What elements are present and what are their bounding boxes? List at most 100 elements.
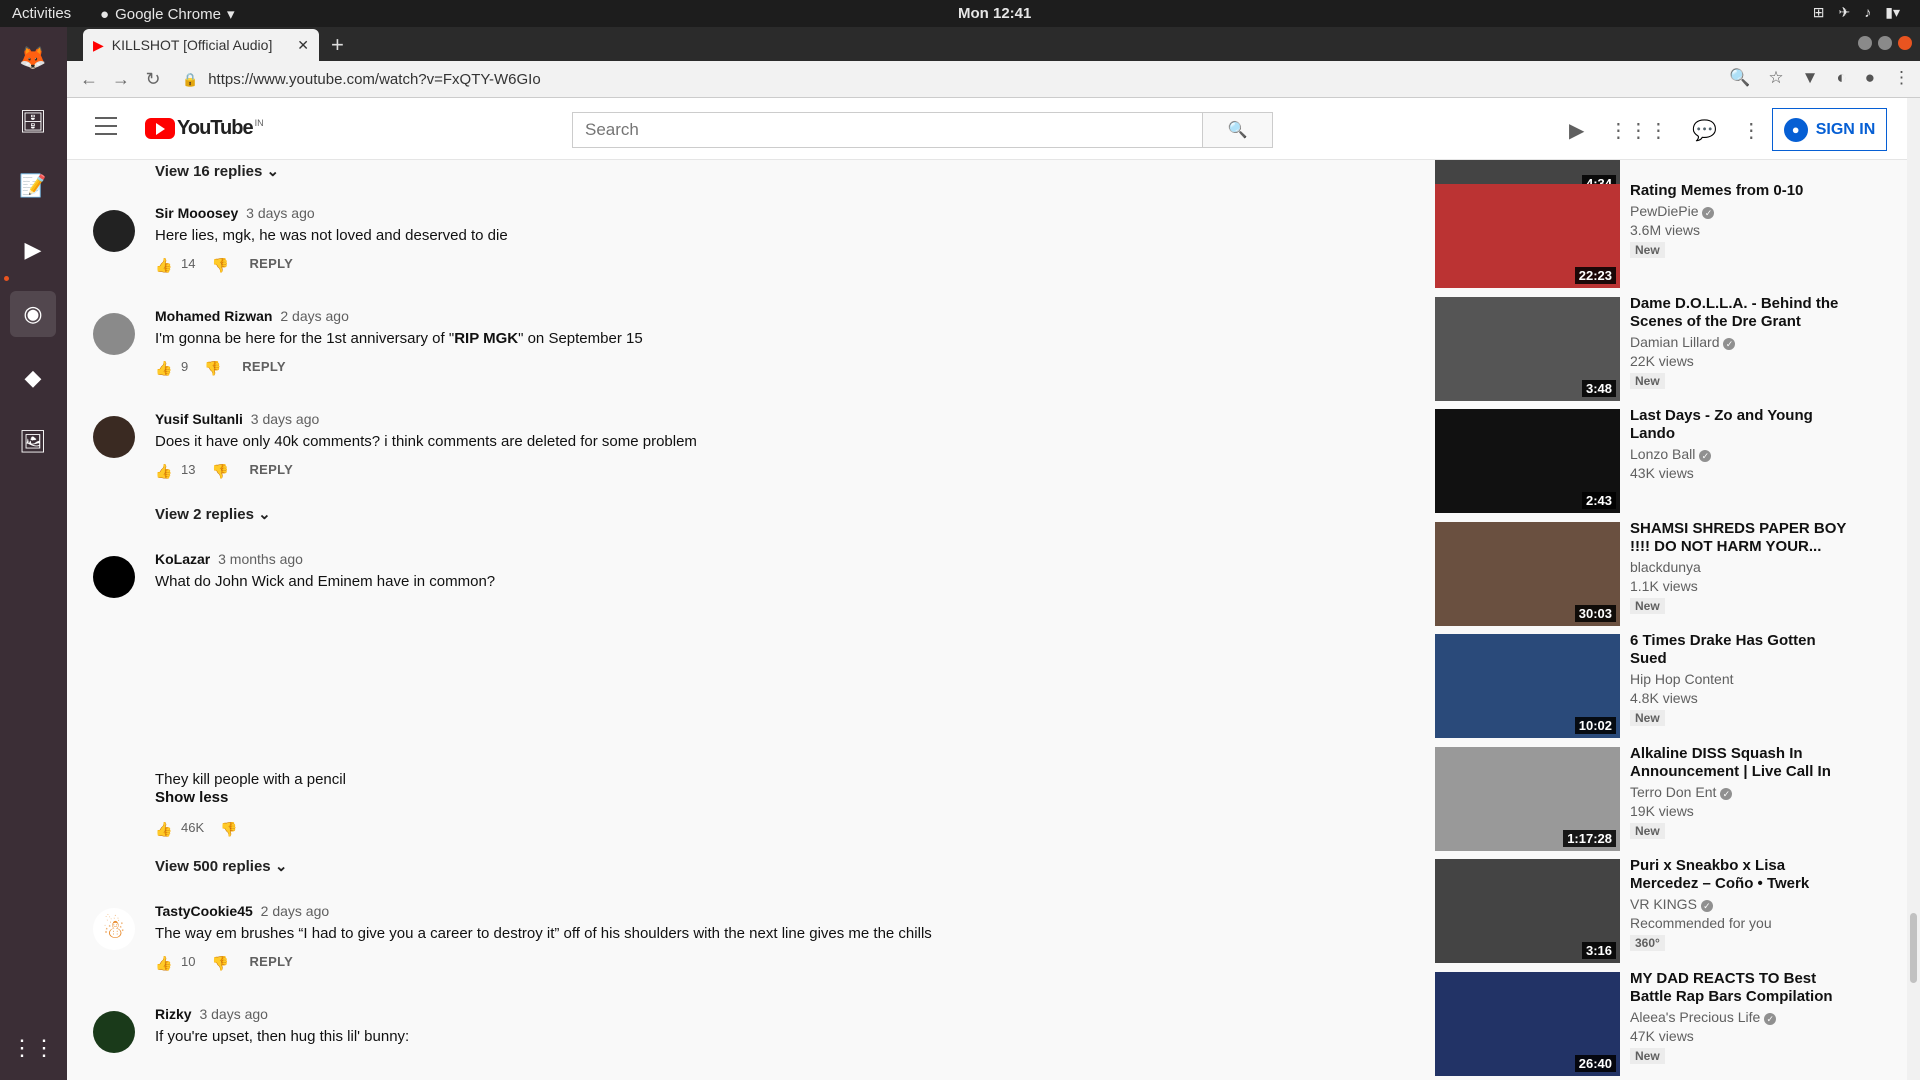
avatar[interactable] [93, 1011, 135, 1053]
channel-name[interactable]: Aleea's Precious Life [1630, 1009, 1760, 1025]
chrome-menu-icon[interactable]: ⋮ [1893, 68, 1910, 88]
video-thumbnail[interactable]: 26:40 [1435, 971, 1620, 1076]
new-tab-button[interactable]: + [331, 32, 344, 58]
forward-arrow-icon[interactable]: → [105, 69, 137, 90]
apps-grid-icon[interactable]: ⋮⋮⋮ [1608, 118, 1668, 143]
video-title[interactable]: Last Days - Zo and Young Lando [1630, 407, 1855, 443]
view-replies-button[interactable]: View 16 replies ⌄ [155, 162, 279, 180]
avatar[interactable] [93, 556, 135, 598]
avatar[interactable] [93, 210, 135, 252]
comment-author[interactable]: KoLazar [155, 551, 210, 567]
system-tray[interactable]: ⊞ ✈ ♪ ▮▾ [1813, 4, 1900, 21]
comment-author[interactable]: TastyCookie45 [155, 903, 253, 919]
comment-time[interactable]: 2 days ago [280, 308, 349, 324]
settings-more-icon[interactable]: ⋮ [1741, 118, 1761, 143]
thumbs-up-icon[interactable]: 👍 [155, 955, 172, 971]
address-bar[interactable]: 🔒 https://www.youtube.com/watch?v=FxQTY-… [182, 65, 1682, 94]
reload-icon[interactable]: ↻ [137, 69, 169, 90]
maximize-button[interactable] [1878, 36, 1892, 50]
activities-button[interactable]: Activities [12, 5, 71, 22]
terminal-icon[interactable]: ▶ [10, 227, 56, 273]
thumbs-down-icon[interactable]: 👎 [211, 955, 228, 971]
firefox-icon[interactable]: 🦊 [10, 35, 56, 81]
thumbs-up-icon[interactable]: 👍 [155, 463, 172, 479]
video-thumbnail[interactable]: 3:48 [1435, 296, 1620, 401]
comment-time[interactable]: 3 months ago [218, 551, 303, 567]
thumbs-down-icon[interactable]: 👎 [204, 360, 221, 376]
minimize-button[interactable] [1858, 36, 1872, 50]
channel-name[interactable]: Hip Hop Content [1630, 671, 1734, 687]
comment-author[interactable]: Mohamed Rizwan [155, 308, 272, 324]
chrome-icon[interactable]: ◉ [10, 291, 56, 337]
thumbs-up-icon[interactable]: 👍 [155, 821, 172, 837]
profile-icon[interactable]: ● [1865, 68, 1875, 88]
video-meta[interactable]: Rating Memes from 0-10 PewDiePie ✓ 3.6M vie… [1630, 182, 1855, 259]
comment-author[interactable]: Sir Mooosey [155, 205, 238, 221]
comment-time[interactable]: 3 days ago [199, 1006, 268, 1022]
video-thumbnail[interactable]: 1:17:28 [1435, 746, 1620, 851]
view-replies-button[interactable]: View 2 replies ⌄ [155, 505, 271, 523]
video-meta[interactable]: Dame D.O.L.L.A. - Behind the Scenes of t… [1630, 295, 1855, 390]
zoom-icon[interactable]: 🔍 [1729, 68, 1750, 88]
reply-button[interactable]: REPLY [249, 462, 293, 477]
video-meta[interactable]: MY DAD REACTS TO Best Battle Rap Bars Co… [1630, 970, 1855, 1065]
reply-button[interactable]: REPLY [242, 359, 286, 374]
youtube-logo[interactable]: YouTube IN [145, 117, 264, 140]
browser-tab[interactable]: ▶ KILLSHOT [Official Audio] ✕ [83, 29, 319, 61]
channel-name[interactable]: Terro Don Ent [1630, 784, 1716, 800]
reply-button[interactable]: REPLY [249, 954, 293, 969]
extension-icon[interactable]: ▼ [1802, 68, 1819, 88]
video-meta[interactable]: SHAMSI SHREDS PAPER BOY !!!! DO NOT HARM… [1630, 520, 1855, 615]
messages-icon[interactable]: 💬 [1692, 118, 1717, 143]
video-thumbnail[interactable]: 3:16 [1435, 859, 1620, 963]
show-applications-icon[interactable]: ⋮⋮ [10, 1025, 56, 1071]
video-meta[interactable]: 6 Times Drake Has Gotten Sued Hip Hop Con… [1630, 632, 1855, 727]
video-title[interactable]: Alkaline DISS Squash In Announcement | L… [1630, 745, 1855, 781]
video-title[interactable]: Puri x Sneakbo x Lisa Mercedez – Coño • … [1630, 857, 1855, 893]
video-title[interactable]: 6 Times Drake Has Gotten Sued [1630, 632, 1855, 668]
files-icon[interactable]: 🗄 [10, 99, 56, 145]
comment-time[interactable]: 2 days ago [261, 903, 330, 919]
comment-time[interactable]: 3 days ago [251, 411, 320, 427]
view-replies-button[interactable]: View 500 replies ⌄ [155, 857, 287, 875]
video-thumbnail[interactable]: 22:23 [1435, 184, 1620, 288]
app-menu[interactable]: ● Google Chrome ▾ [100, 5, 234, 24]
channel-name[interactable]: VR KINGS [1630, 896, 1697, 912]
video-meta[interactable]: Puri x Sneakbo x Lisa Mercedez – Coño • … [1630, 857, 1855, 952]
close-window-button[interactable] [1898, 36, 1912, 50]
text-editor-icon[interactable]: 📝 [10, 163, 56, 209]
menu-icon[interactable] [95, 117, 117, 141]
avatar[interactable] [93, 416, 135, 458]
video-title[interactable]: Rating Memes from 0-10 [1630, 182, 1855, 200]
bookmark-star-icon[interactable]: ☆ [1768, 68, 1783, 88]
thumbs-down-icon[interactable]: 👎 [211, 463, 228, 479]
back-arrow-icon[interactable]: ← [73, 69, 105, 90]
video-title[interactable]: SHAMSI SHREDS PAPER BOY !!!! DO NOT HARM… [1630, 520, 1855, 556]
channel-name[interactable]: Lonzo Ball [1630, 446, 1695, 462]
show-less-button[interactable]: Show less [155, 789, 228, 806]
video-title[interactable]: Dame D.O.L.L.A. - Behind the Scenes of t… [1630, 295, 1855, 331]
close-tab-icon[interactable]: ✕ [297, 37, 309, 54]
vscode-icon[interactable]: ◆ [10, 355, 56, 401]
thumbs-up-icon[interactable]: 👍 [155, 360, 172, 376]
reply-button[interactable]: REPLY [249, 256, 293, 271]
channel-name[interactable]: blackdunya [1630, 559, 1701, 575]
video-thumbnail[interactable]: 2:43 [1435, 409, 1620, 513]
extension-leaf-icon[interactable]: ◐ [1836, 68, 1846, 88]
avatar[interactable] [93, 313, 135, 355]
channel-name[interactable]: Damian Lillard [1630, 334, 1719, 350]
channel-name[interactable]: PewDiePie [1630, 203, 1698, 219]
comment-author[interactable]: Yusif Sultanli [155, 411, 243, 427]
comment-author[interactable]: Rizky [155, 1006, 192, 1022]
thumbs-down-icon[interactable]: 👎 [211, 257, 228, 273]
page-scrollbar[interactable] [1907, 98, 1920, 1080]
video-thumbnail[interactable]: 30:03 [1435, 521, 1620, 626]
create-video-icon[interactable]: ▶ [1569, 118, 1584, 143]
comment-time[interactable]: 3 days ago [246, 205, 315, 221]
search-input[interactable] [572, 112, 1203, 148]
search-button[interactable]: 🔍 [1203, 112, 1273, 148]
thumbs-down-icon[interactable]: 👎 [220, 821, 237, 837]
video-thumbnail[interactable]: 10:02 [1435, 634, 1620, 738]
video-title[interactable]: MY DAD REACTS TO Best Battle Rap Bars Co… [1630, 970, 1855, 1006]
video-meta[interactable]: Last Days - Zo and Young Lando Lonzo Ball… [1630, 407, 1855, 481]
